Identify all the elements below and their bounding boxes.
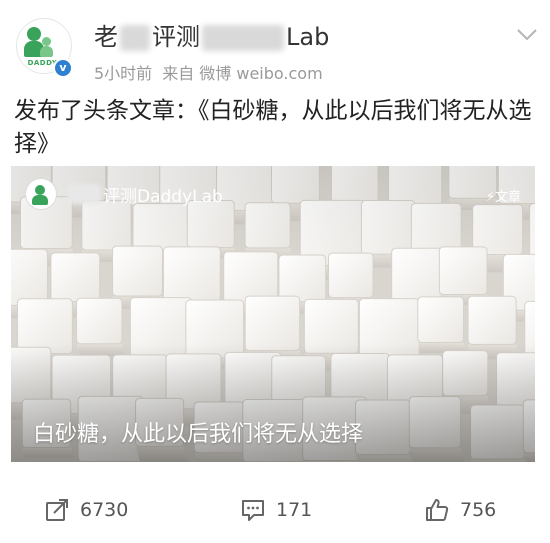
share-icon <box>46 499 68 521</box>
like-button[interactable]: 756 <box>424 490 496 530</box>
author-name-middle: 评测 <box>152 23 200 51</box>
article-title: 白砂糖，从此以后我们将无从选择 <box>33 422 364 447</box>
author-name-suffix: Lab <box>286 23 330 51</box>
article-author-name-wrap: 评测DaddyLab <box>65 182 223 207</box>
article-author-avatar <box>25 178 57 210</box>
article-author-name: 评测DaddyLab <box>103 186 223 207</box>
comment-count: 171 <box>276 499 313 521</box>
weibo-post-card: DADDYL v 老评测 Lab 5小时前 来自 微博 weibo.com 发布了头… <box>0 0 550 543</box>
avatar-child-body <box>40 46 53 57</box>
blurred-name-part <box>120 25 150 51</box>
post-time: 5小时前 <box>94 64 153 83</box>
verified-badge-icon: v <box>53 58 73 78</box>
comment-icon <box>242 500 264 521</box>
comment-button[interactable]: 171 <box>240 490 312 530</box>
post-text: 发布了头条文章：《白砂糖，从此以后我们将无从选择》 <box>14 98 532 157</box>
thumbs-up-icon <box>426 499 449 521</box>
blurred-name-part <box>67 184 101 204</box>
article-tag: ⚡文章 <box>485 190 521 205</box>
article-card[interactable]: 评测DaddyLab ⚡文章 白砂糖，从此以后我们将无从选择 <box>11 166 535 462</box>
avatar-child-figure <box>42 37 51 46</box>
article-author: 评测DaddyLab <box>25 178 223 210</box>
author-name[interactable]: 老 评测 Lab <box>94 22 329 52</box>
avatar-parent-figure <box>27 27 41 41</box>
share-count: 6730 <box>80 499 129 521</box>
author-name-prefix: 老 <box>94 23 118 51</box>
share-button[interactable]: 6730 <box>44 490 128 530</box>
blurred-name-part <box>202 25 284 51</box>
post-source[interactable]: 来自 微博 weibo.com <box>162 64 322 83</box>
action-bar: 6730 171 756 <box>0 490 550 530</box>
like-count: 756 <box>460 499 497 521</box>
chevron-down-icon[interactable] <box>514 22 540 48</box>
post-meta: 5小时前 来自 微博 weibo.com <box>94 60 333 84</box>
